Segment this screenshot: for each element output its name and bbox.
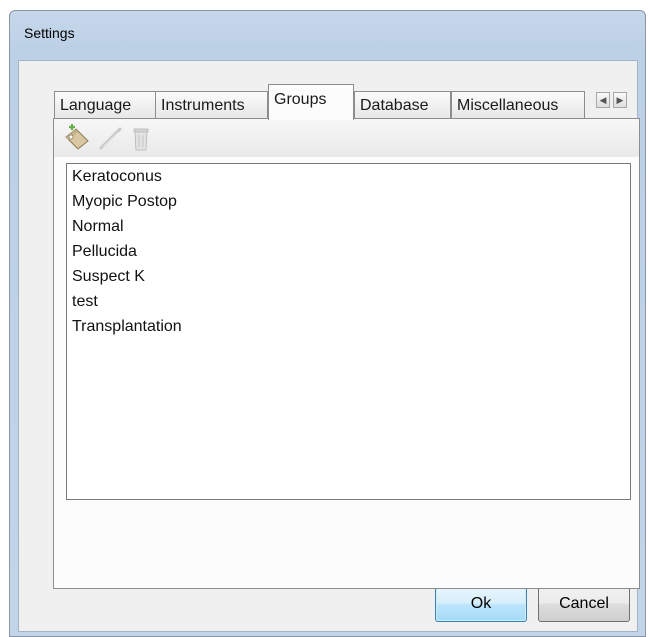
tab-instruments[interactable]: Instruments <box>155 91 268 119</box>
groups-list[interactable]: Keratoconus Myopic Postop Normal Pelluci… <box>66 163 631 500</box>
list-item[interactable]: Transplantation <box>72 318 182 336</box>
list-item[interactable]: Keratoconus <box>72 168 162 186</box>
list-item[interactable]: Suspect K <box>72 268 145 286</box>
edit-pencil-icon[interactable] <box>96 123 126 153</box>
list-item[interactable]: Myopic Postop <box>72 193 177 211</box>
delete-trash-icon[interactable] <box>126 123 156 153</box>
list-item[interactable]: Normal <box>72 218 124 236</box>
scroll-right-icon[interactable]: ▶ <box>613 92 627 108</box>
tab-groups[interactable]: Groups <box>268 84 354 120</box>
tab-database[interactable]: Database <box>354 91 451 119</box>
tab-language[interactable]: Language <box>54 91 156 119</box>
cancel-button[interactable]: Cancel <box>538 585 630 622</box>
scroll-left-icon[interactable]: ◀ <box>596 92 610 108</box>
list-item[interactable]: test <box>72 293 98 311</box>
groups-panel: Keratoconus Myopic Postop Normal Pelluci… <box>53 118 640 589</box>
tab-miscellaneous[interactable]: Miscellaneous <box>451 91 585 119</box>
list-item[interactable]: Pellucida <box>72 243 137 261</box>
settings-dialog: Settings Language Instruments Groups Dat… <box>9 10 646 637</box>
add-group-icon[interactable] <box>62 123 92 153</box>
window-title: Settings <box>24 25 75 41</box>
ok-button[interactable]: Ok <box>435 585 527 622</box>
dialog-client-area: Language Instruments Groups Database Mis… <box>18 60 640 632</box>
groups-toolbar <box>54 119 639 157</box>
